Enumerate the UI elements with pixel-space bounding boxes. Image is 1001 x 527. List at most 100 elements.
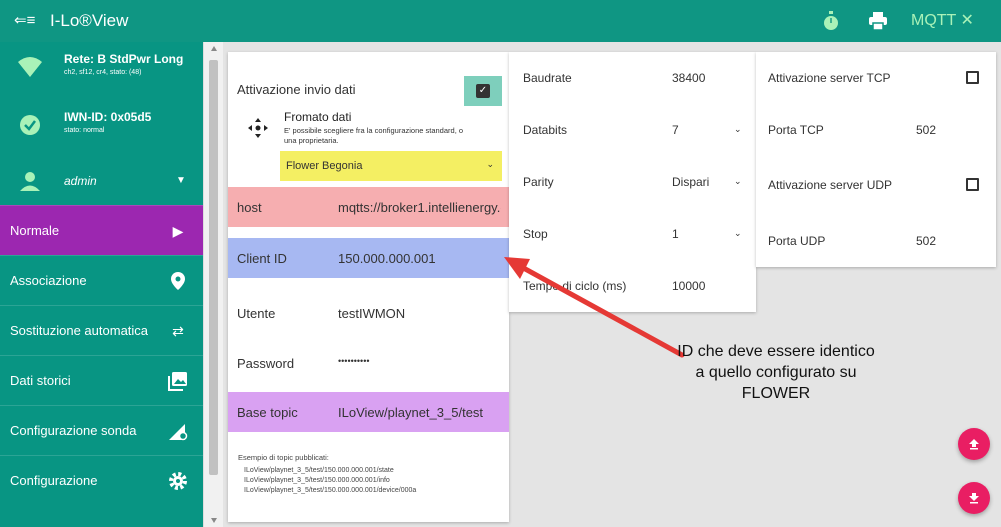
udp-server-row: Attivazione server UDP [756,159,996,211]
host-row: host mqtts://broker1.intellienergy.eu [228,187,509,227]
app-title: I-Lo®View [50,11,129,30]
udp-port-input[interactable]: 502 [916,234,936,248]
upload-icon [969,439,979,450]
network-status: Rete: B StdPwr Long ch2, sf12, cr4, stat… [0,42,203,94]
sidebar-item-associazione[interactable]: Associazione [0,255,203,305]
user-row: Utente testIWMON [228,288,509,338]
databits-label: Databits [523,123,568,137]
move-arrows-icon [248,118,268,138]
location-pin-icon [171,272,185,290]
mqtt-close-tab[interactable]: MQTT ✕ [911,11,974,31]
swap-icon: ⇄ [172,323,184,339]
tcp-server-label: Attivazione server TCP [768,71,891,85]
host-label: host [237,200,262,215]
probe-settings-icon [169,424,188,441]
upload-button[interactable] [958,428,990,460]
gallery-icon [168,372,187,391]
udp-server-label: Attivazione server UDP [768,178,893,192]
base-topic-input[interactable]: ILoView/playnet_3_5/test [338,405,501,420]
password-row: Password •••••••••• [228,338,509,388]
menu-collapse-button[interactable]: ⇐≡ [14,11,40,31]
activation-checkbox-highlight: ✓ [464,76,502,106]
topic-examples: Esempio di topic pubblicati: ILoView/pla… [238,453,503,496]
sidebar-item-label: Associazione [10,273,87,288]
client-id-label: Client ID [237,251,287,266]
stop-select[interactable]: 1 [672,227,679,241]
play-icon: ▶ [172,223,184,239]
annotation-line: ID che deve essere identico [677,343,875,360]
sidebar-item-label: Dati storici [10,373,71,388]
tcp-port-row: Porta TCP 502 [756,104,996,156]
server-settings-panel: Attivazione server TCP Porta TCP 502 Att… [756,52,996,267]
tcp-server-checkbox[interactable] [966,71,979,84]
download-button[interactable] [958,482,990,514]
udp-server-checkbox[interactable] [966,178,979,191]
top-app-bar: ⇐≡ I-Lo®View MQTT ✕ [0,0,1001,42]
gear-icon [169,472,187,490]
databits-row[interactable]: Databits 7 ⌄ [509,104,756,156]
sidebar-item-label: Normale [10,223,60,238]
parity-row[interactable]: Parity Dispari ⌄ [509,156,756,208]
user-icon [20,172,40,191]
format-select-value: Flower Begonia [286,160,363,172]
host-input[interactable]: mqtts://broker1.intellienergy.eu [338,200,501,215]
password-label: Password [237,356,295,371]
stop-row[interactable]: Stop 1 ⌄ [509,208,756,260]
tcp-port-label: Porta TCP [768,123,824,137]
tcp-server-row: Attivazione server TCP [756,52,996,104]
activation-label: Attivazione invio dati [237,82,356,97]
client-id-input[interactable]: 150.000.000.001 [338,251,501,266]
annotation-line: a quello configurato su [695,364,857,381]
parity-select[interactable]: Dispari [672,175,709,189]
sidebar-item-label: Configurazione sonda [10,423,137,438]
chevron-down-icon: ⌄ [734,228,742,238]
check-circle-icon [20,115,40,135]
base-topic-row: Base topic ILoView/playnet_3_5/test [228,392,509,432]
topic-example-line: ILoView/playnet_3_5/test/150.000.000.001… [244,477,390,484]
format-select[interactable]: Flower Begonia ⌄ [280,151,502,181]
scrollbar-thumb[interactable] [209,60,218,475]
topic-example-line: ILoView/playnet_3_5/test/150.000.000.001… [244,467,394,474]
annotation-text: ID che deve essere identico a quello con… [626,341,926,404]
printer-icon[interactable] [868,12,888,30]
format-title: Fromato dati [284,110,352,124]
sidebar-item-configurazione[interactable]: Configurazione [0,455,203,505]
topic-examples-header: Esempio di topic pubblicati: [238,453,329,462]
sidebar-item-sostituzione[interactable]: Sostituzione automatica ⇄ [0,305,203,355]
chevron-down-icon: ⌄ [734,176,742,186]
activation-checkbox[interactable]: ✓ [476,84,490,98]
scroll-down-arrow[interactable] [211,518,217,523]
format-description: E' possibile scegliere fra la configuraz… [284,126,464,145]
udp-port-row: Porta UDP 502 [756,215,996,267]
sidebar-item-label: Configurazione [10,473,98,488]
sidebar-item-dati-storici[interactable]: Dati storici [0,355,203,405]
user-menu[interactable]: admin ▼ [0,157,203,209]
scroll-up-arrow[interactable] [211,46,217,51]
topic-example-line: ILoView/playnet_3_5/test/150.000.000.001… [244,487,417,494]
sidebar: Rete: B StdPwr Long ch2, sf12, cr4, stat… [0,42,203,527]
baudrate-input[interactable]: 38400 [672,71,705,85]
tcp-port-input[interactable]: 502 [916,123,936,137]
network-detail: ch2, sf12, cr4, stato: (48) [64,69,142,76]
databits-select[interactable]: 7 [672,123,679,137]
user-input[interactable]: testIWMON [338,306,501,321]
sidebar-item-label: Sostituzione automatica [10,323,149,338]
client-id-row: Client ID 150.000.000.001 [228,238,509,278]
user-label: Utente [237,306,276,321]
baudrate-row: Baudrate 38400 [509,52,756,104]
sidebar-scrollbar[interactable] [203,42,223,527]
sidebar-item-normale[interactable]: Normale ▶ [0,205,203,255]
password-input[interactable]: •••••••••• [338,356,501,366]
mqtt-settings-panel: Attivazione invio dati ✓ Fromato dati E'… [228,52,509,522]
iwn-title: IWN-ID: 0x05d5 [64,110,152,124]
network-title: Rete: B StdPwr Long [64,52,184,66]
parity-label: Parity [523,175,554,189]
baudrate-label: Baudrate [523,71,572,85]
iwn-detail: stato: normal [64,127,105,134]
iwn-status: IWN-ID: 0x05d5 stato: normal [0,100,203,152]
stop-label: Stop [523,227,548,241]
stopwatch-icon[interactable] [822,11,840,31]
sidebar-item-configurazione-sonda[interactable]: Configurazione sonda [0,405,203,455]
wifi-icon [18,57,42,77]
udp-port-label: Porta UDP [768,234,826,248]
